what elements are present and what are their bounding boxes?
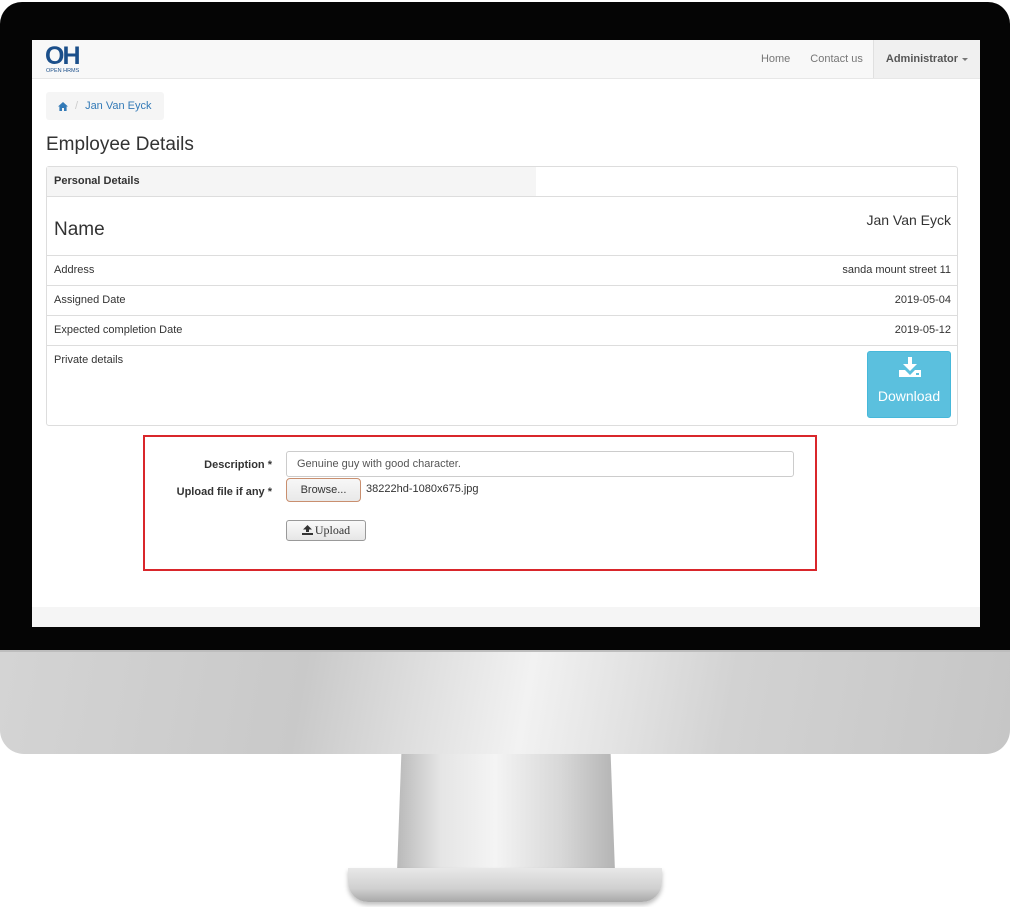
home-icon[interactable] [58, 101, 68, 111]
private-details-row: Private details Download [47, 345, 957, 425]
personal-details-panel: Personal Details Name Jan Van Eyck Addre… [46, 166, 958, 426]
nav-home-link[interactable]: Home [751, 40, 800, 78]
selected-file-name: 38222hd-1080x675.jpg [366, 483, 479, 495]
name-label: Name [54, 219, 105, 240]
private-details-label: Private details [54, 354, 124, 366]
nav-contact-link[interactable]: Contact us [800, 40, 873, 78]
monitor-bezel: OH OPEN HRMS Home Contact us Administrat… [0, 2, 1010, 652]
page-footer [32, 607, 980, 627]
name-row: Name Jan Van Eyck [47, 196, 957, 256]
upload-icon [301, 525, 313, 535]
expected-completion-value: 2019-05-12 [894, 324, 951, 336]
upload-form-highlight: Description * Upload file if any * Brows… [143, 435, 817, 571]
caret-down-icon [962, 57, 968, 61]
monitor-stand-base [348, 868, 662, 902]
upload-button[interactable]: Upload [286, 520, 366, 541]
browser-viewport: OH OPEN HRMS Home Contact us Administrat… [32, 40, 980, 627]
address-label: Address [54, 264, 95, 276]
address-value: sanda mount street 11 [842, 264, 951, 276]
download-button[interactable]: Download [867, 351, 951, 418]
assigned-date-label: Assigned Date [54, 294, 126, 306]
assigned-date-value: 2019-05-04 [894, 294, 951, 306]
administrator-label: Administrator [885, 53, 958, 65]
assigned-date-row: Assigned Date 2019-05-04 [47, 285, 957, 316]
administrator-menu[interactable]: Administrator [872, 40, 980, 78]
breadcrumb-employee-link[interactable]: Jan Van Eyck [85, 100, 151, 112]
page-title: Employee Details [46, 134, 194, 155]
name-value: Jan Van Eyck [866, 212, 951, 228]
expected-completion-row: Expected completion Date 2019-05-12 [47, 315, 957, 346]
logo-mark: OH [45, 42, 80, 70]
panel-heading: Personal Details [47, 167, 536, 196]
address-row: Address sanda mount street 11 [47, 255, 957, 286]
breadcrumb-separator: / [75, 100, 79, 112]
breadcrumb: / Jan Van Eyck [46, 92, 164, 120]
monitor-chin [0, 650, 1010, 754]
upload-label: Upload [314, 523, 351, 537]
nav-links: Home Contact us Administrator [751, 40, 980, 78]
download-label: Download [877, 388, 941, 404]
browse-button[interactable]: Browse... [286, 478, 361, 502]
top-navbar: OH OPEN HRMS Home Contact us Administrat… [32, 40, 980, 79]
download-icon [899, 357, 921, 377]
description-label: Description * [204, 459, 272, 471]
upload-file-label: Upload file if any * [176, 486, 272, 498]
logo-text: OPEN HRMS [46, 68, 80, 74]
open-hrms-logo[interactable]: OH OPEN HRMS [45, 43, 85, 75]
description-input[interactable] [286, 451, 794, 477]
expected-completion-label: Expected completion Date [54, 324, 183, 336]
monitor-stand-neck [397, 754, 615, 872]
